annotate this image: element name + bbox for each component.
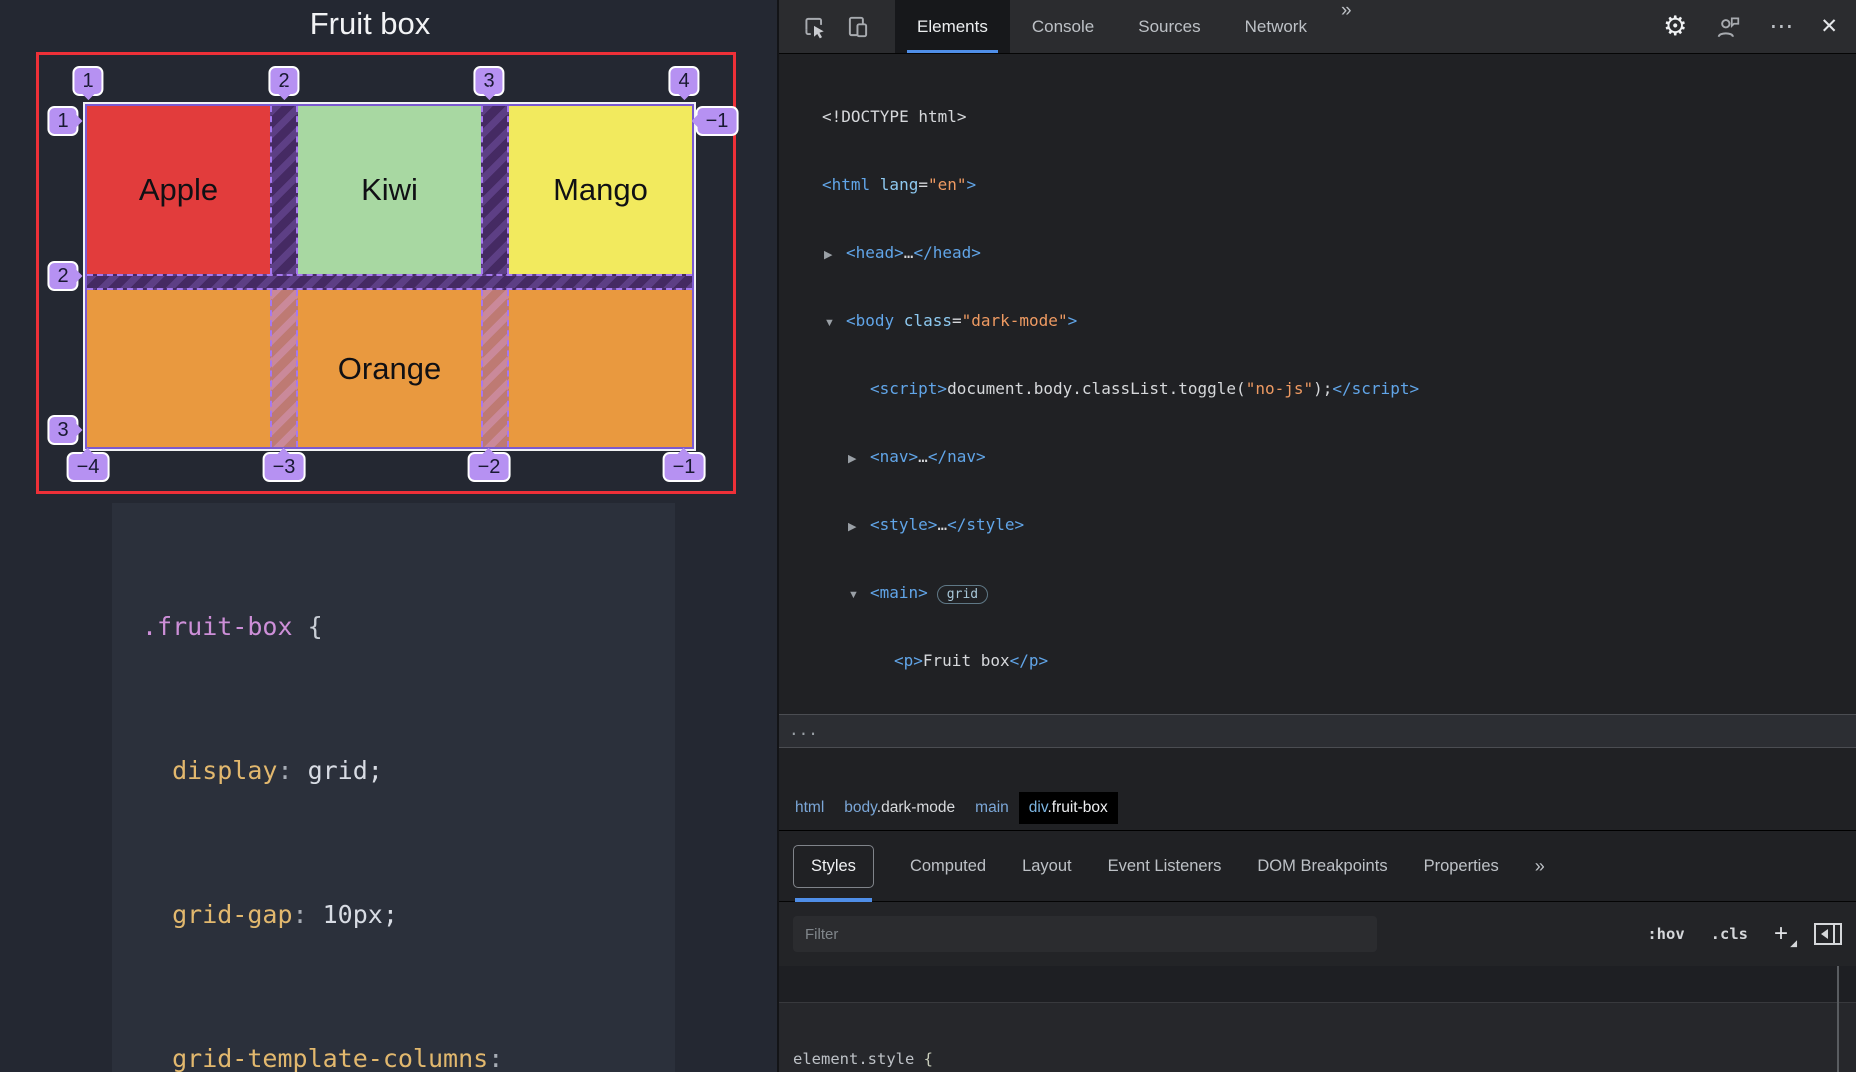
grid-line-badge-col-neg-3: −3 (262, 452, 306, 482)
code-line: grid-template-columns: (142, 1044, 504, 1072)
styles-pane: element.style { } .fruit-box { css-grid-… (779, 966, 1856, 1072)
grid-track-ghost-2 (481, 290, 509, 447)
grid-overlay-frame: Apple Kiwi Mango Orange (83, 102, 696, 451)
breadcrumb: html body.dark-mode main div.fruit-box (779, 786, 1856, 831)
tab-network[interactable]: Network (1223, 0, 1329, 53)
toggle-element-classes-button[interactable]: .cls (1711, 925, 1748, 943)
browser-page: Fruit box Apple Kiwi Mango Orange 1 2 3 … (0, 0, 777, 1072)
grid-overlay-outline: Apple Kiwi Mango Orange (36, 52, 736, 494)
tab-properties[interactable]: Properties (1424, 857, 1499, 876)
code-line: display: grid; (142, 756, 383, 785)
grid-line-badge-col-neg-2: −2 (467, 452, 511, 482)
settings-gear-icon[interactable]: ⚙ (1663, 13, 1687, 40)
grid-line-badge-row-3: 3 (47, 415, 79, 445)
tree-row-main[interactable]: ▼ <main> grid (779, 578, 1856, 608)
grid-line-badge-col-3: 3 (473, 66, 505, 96)
code-line: grid-gap: 10px; (142, 900, 398, 929)
tree-row-style[interactable]: ▶ <style>…</style> (779, 510, 1856, 540)
close-devtools-icon[interactable]: ✕ (1820, 14, 1838, 39)
tab-layout[interactable]: Layout (1022, 857, 1072, 876)
device-toolbar-icon[interactable] (843, 12, 873, 42)
page-title: Fruit box (309, 6, 431, 41)
tab-sources[interactable]: Sources (1116, 0, 1222, 53)
grid-track-ghost-1 (270, 290, 298, 447)
grid-line-badge-col-neg-4: −4 (66, 452, 110, 482)
toolbar-right-controls: ⚙ ⋯ ✕ (1663, 12, 1838, 42)
code-line: .fruit-box { (142, 612, 323, 641)
devtools-toolbar: Elements Console Sources Network » ⚙ ⋯ ✕ (779, 0, 1856, 54)
devtools-panel: Elements Console Sources Network » ⚙ ⋯ ✕ (777, 0, 1856, 1072)
new-style-rule-button[interactable]: + ◢ (1774, 920, 1797, 948)
devtools-tab-bar: Elements Console Sources Network » (895, 0, 1364, 53)
toggle-sidebar-icon[interactable] (1814, 923, 1842, 945)
tab-event-listeners[interactable]: Event Listeners (1108, 857, 1222, 876)
styles-filter-bar: :hov .cls +◢ (779, 902, 1856, 966)
grid-line-badge-row-2: 2 (47, 261, 79, 291)
grid-line-badge-col-neg-1: −1 (662, 452, 706, 482)
grid-line-badge-col-1: 1 (72, 66, 104, 96)
tree-row-nav[interactable]: ▶ <nav>…</nav> (779, 442, 1856, 472)
breadcrumb-main[interactable]: main (965, 792, 1019, 824)
grid-cell-kiwi: Kiwi (298, 106, 481, 274)
grid-gap-hatch-vertical-1 (270, 106, 298, 274)
fruit-grid: Apple Kiwi Mango Orange (85, 104, 694, 449)
breadcrumb-html[interactable]: html (785, 792, 834, 824)
grid-line-badge-col-2: 2 (268, 66, 300, 96)
grid-gap-hatch-row (87, 274, 692, 290)
inspect-element-icon[interactable] (799, 12, 829, 42)
elements-tree: <!DOCTYPE html> <html lang="en"> ▶ <head>… (779, 54, 1856, 786)
toggle-hover-state-button[interactable]: :hov (1647, 925, 1684, 943)
rule-element-style[interactable]: element.style { } (779, 1002, 1856, 1072)
hidden-elements-marker[interactable]: ... (789, 715, 818, 745)
more-sidebar-tabs-icon[interactable]: » (1535, 856, 1545, 877)
tree-row-p[interactable]: <p>Fruit box</p> (779, 646, 1856, 676)
tab-elements[interactable]: Elements (895, 0, 1010, 53)
grid-cell-apple: Apple (87, 106, 270, 274)
tree-row-script[interactable]: <script>document.body.classList.toggle("… (779, 374, 1856, 404)
grid-line-badge-row-neg-1: −1 (695, 106, 739, 136)
grid-cell-mango: Mango (509, 106, 692, 274)
page-code-snippet: .fruit-box { display: grid; grid-gap: 10… (112, 503, 675, 1072)
tab-computed[interactable]: Computed (910, 857, 986, 876)
screenshot-root: Fruit box Apple Kiwi Mango Orange 1 2 3 … (0, 0, 1856, 1072)
tree-row-div-fruit-box-selected[interactable]: ...▶<div class="fruit-box">…</div>grid =… (779, 714, 1856, 748)
grid-line-badge-row-1: 1 (47, 106, 79, 136)
more-tabs-icon[interactable]: » (1329, 0, 1364, 53)
tree-row-head[interactable]: ▶ <head>…</head> (779, 238, 1856, 268)
breadcrumb-div-fruit-box[interactable]: div.fruit-box (1018, 792, 1118, 824)
styles-sidebar-tabs: Styles Computed Layout Event Listeners D… (779, 831, 1856, 902)
tree-row-doctype[interactable]: <!DOCTYPE html> (779, 102, 1856, 132)
breadcrumb-body[interactable]: body.dark-mode (834, 792, 965, 824)
styles-scrollbar[interactable] (1837, 966, 1839, 1072)
tab-console[interactable]: Console (1010, 0, 1116, 53)
styles-filter-input[interactable] (793, 916, 1377, 952)
tree-row-html[interactable]: <html lang="en"> (779, 170, 1856, 200)
user-feedback-icon[interactable] (1713, 12, 1743, 42)
more-options-icon[interactable]: ⋯ (1769, 12, 1794, 41)
grid-gap-hatch-vertical-2 (481, 106, 509, 274)
tree-row-body[interactable]: ▼ <body class="dark-mode"> (779, 306, 1856, 336)
grid-line-badge-col-4: 4 (668, 66, 700, 96)
tab-dom-breakpoints[interactable]: DOM Breakpoints (1257, 857, 1387, 876)
grid-cell-orange: Orange (87, 290, 692, 447)
tab-styles[interactable]: Styles (793, 844, 874, 902)
